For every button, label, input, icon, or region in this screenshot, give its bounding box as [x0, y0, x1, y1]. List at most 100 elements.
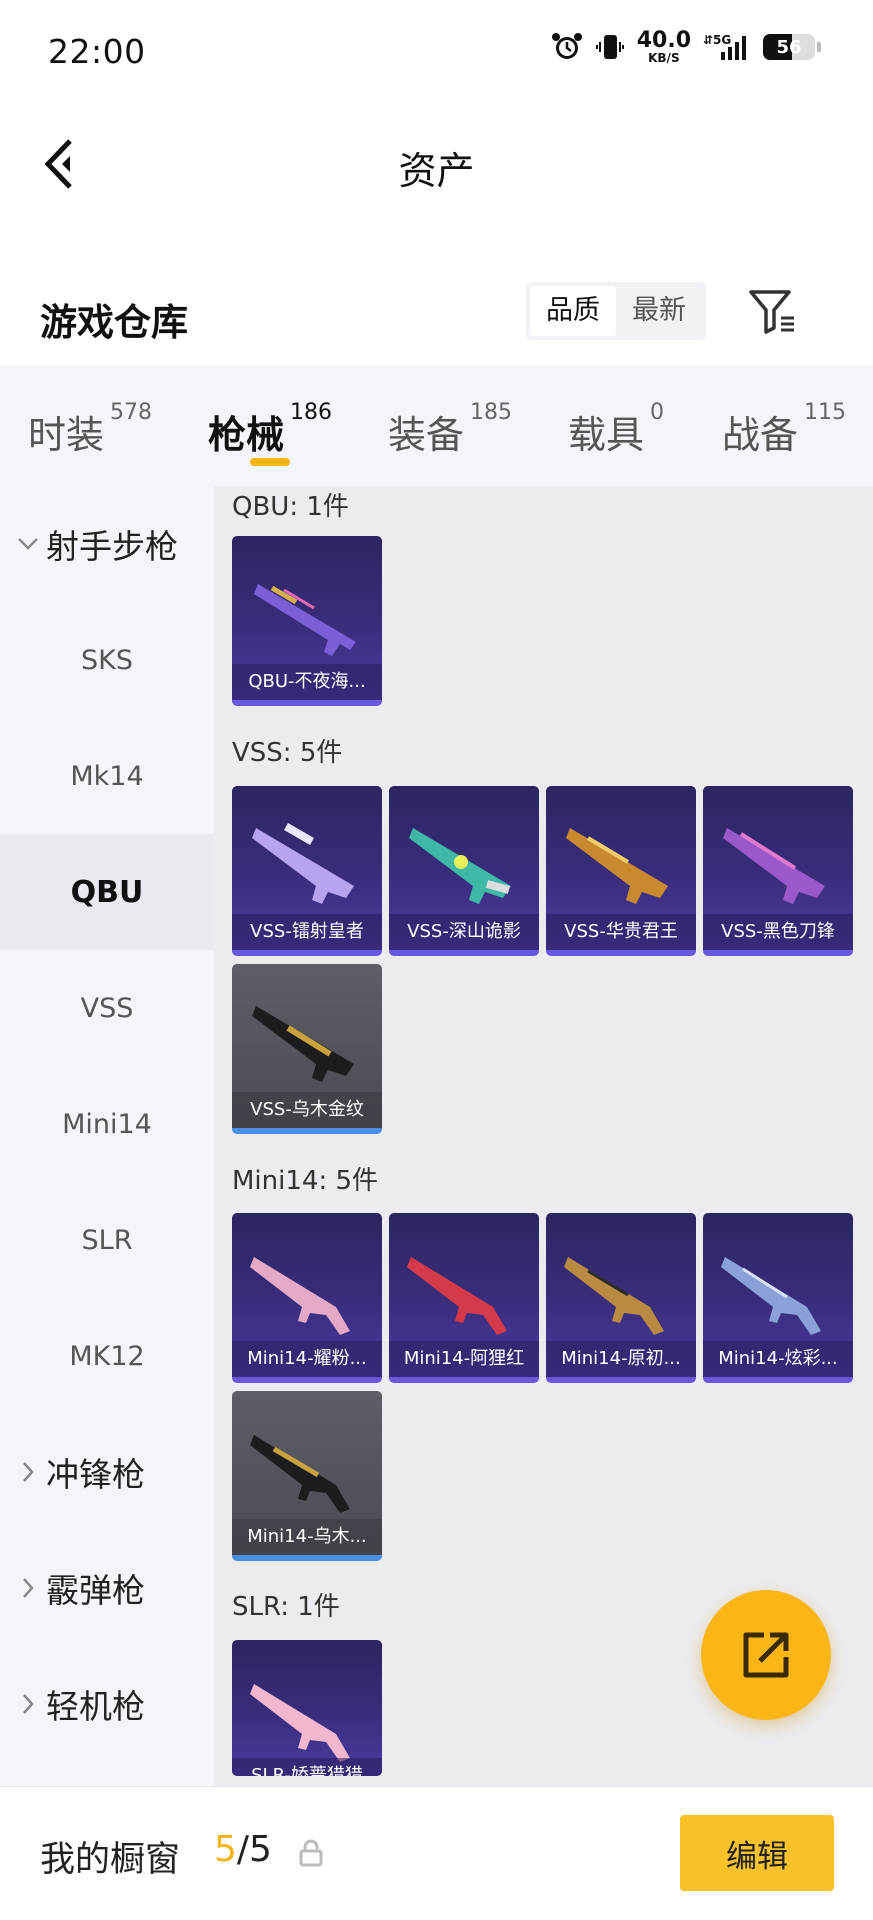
rifle-icon — [409, 828, 511, 904]
tab-vehicles[interactable]: 载具 0 — [568, 400, 664, 459]
active-tab-indicator — [250, 458, 290, 466]
sidebar-group-label: 霰弹枪 — [46, 1571, 145, 1610]
rifle-icon — [564, 1257, 664, 1335]
tab-fashion[interactable]: 时装 578 — [28, 400, 152, 459]
showcase-total: 5 — [249, 1829, 272, 1870]
section-title-slr: SLR: 1件 — [232, 1592, 340, 1622]
status-icons: 40.0 KB/S ⇵5G 56 — [551, 30, 821, 64]
svg-text:⇵5G: ⇵5G — [703, 33, 731, 47]
sidebar-group-label: 冲锋枪 — [46, 1455, 145, 1494]
tab-count: 185 — [470, 400, 513, 425]
net-speed: 40.0 KB/S — [636, 28, 691, 65]
rifle-icon — [254, 584, 356, 656]
skin-card-name: VSS-黑色刀锋 — [703, 914, 853, 950]
status-time: 22:00 — [48, 32, 146, 71]
rifle-icon — [250, 1257, 350, 1335]
skin-card[interactable]: SLR-娇蔷猎猎 — [232, 1640, 382, 1776]
tab-firearms[interactable]: 枪械 186 — [208, 400, 332, 459]
sidebar-item-qbu[interactable]: QBU — [0, 834, 214, 950]
tab-label: 载具 — [568, 413, 645, 457]
tab-label: 枪械 — [208, 413, 285, 457]
showcase-bar: 我的橱窗 5/5 编辑 — [0, 1786, 873, 1920]
rifle-icon — [721, 1257, 821, 1335]
battery-tip — [817, 42, 821, 52]
skin-card[interactable]: VSS-华贵君王 — [546, 786, 696, 956]
skin-card[interactable]: VSS-黑色刀锋 — [703, 786, 853, 956]
sidebar-item-mk14[interactable]: Mk14 — [0, 718, 214, 834]
filter-icon — [749, 290, 794, 334]
share-fab-button[interactable] — [701, 1590, 831, 1720]
sidebar-item-mk12[interactable]: MK12 — [0, 1298, 214, 1414]
sidebar-group-lmg[interactable]: 轻机枪 — [0, 1646, 214, 1762]
tab-count: 186 — [290, 400, 333, 425]
rifle-icon — [252, 1006, 354, 1082]
rifle-icon — [407, 1257, 507, 1335]
skin-card-name: VSS-镭射皇者 — [232, 914, 382, 950]
category-tabs: 时装 578 枪械 186 装备 185 载具 0 战备 115 — [0, 366, 873, 486]
warehouse-header: 游戏仓库 品质 最新 — [0, 270, 873, 370]
skin-card[interactable]: Mini14-原初... — [546, 1213, 696, 1383]
tab-supplies[interactable]: 战备 115 — [722, 400, 846, 459]
rifle-icon — [723, 828, 825, 904]
battery-level: 56 — [776, 36, 802, 58]
skin-card-name: VSS-华贵君王 — [546, 914, 696, 950]
chevron-right-icon — [16, 1577, 40, 1599]
sidebar-item-sks[interactable]: SKS — [0, 602, 214, 718]
signal-5g-icon: ⇵5G — [703, 33, 746, 60]
net-speed-value: 40.0 — [636, 28, 691, 53]
battery-indicator: 56 — [763, 34, 815, 60]
sort-quality-button[interactable]: 品质 — [530, 286, 616, 336]
sidebar-item-mini14[interactable]: Mini14 — [0, 1066, 214, 1182]
chevron-right-icon — [16, 1461, 40, 1483]
rifle-icon — [566, 828, 668, 904]
showcase-separator: / — [236, 1829, 250, 1870]
lock-icon — [299, 1839, 323, 1867]
sort-newest-button[interactable]: 最新 — [616, 286, 702, 336]
sidebar-group-smg[interactable]: 冲锋枪 — [0, 1414, 214, 1530]
skin-card[interactable]: VSS-深山诡影 — [389, 786, 539, 956]
net-speed-unit: KB/S — [648, 51, 680, 65]
skin-card[interactable]: Mini14-阿狸红 — [389, 1213, 539, 1383]
tab-count: 0 — [650, 400, 665, 425]
status-bar: 22:00 40.0 KB/S ⇵5G 56 — [0, 0, 873, 104]
share-external-icon — [743, 1632, 789, 1678]
page-title: 资产 — [398, 149, 475, 193]
skin-card-name: Mini14-原初... — [546, 1341, 696, 1377]
nav-bar: 资产 — [0, 104, 873, 224]
skin-card-name: Mini14-乌木... — [232, 1519, 382, 1555]
tab-label: 装备 — [388, 413, 465, 457]
sidebar-group-label: 射手步枪 — [46, 527, 178, 566]
showcase-current: 5 — [214, 1829, 237, 1870]
skin-card-name: SLR-娇蔷猎猎 — [232, 1758, 382, 1776]
skin-card-name: Mini14-阿狸红 — [389, 1341, 539, 1377]
sidebar-item-vss[interactable]: VSS — [0, 950, 214, 1066]
tab-label: 战备 — [722, 413, 799, 457]
skin-card[interactable]: Mini14-乌木... — [232, 1391, 382, 1561]
sidebar-group-label: 轻机枪 — [46, 1687, 145, 1726]
skin-card-name: VSS-乌木金纹 — [232, 1092, 382, 1128]
edit-button[interactable]: 编辑 — [680, 1815, 834, 1891]
rifle-icon — [250, 1684, 350, 1762]
rifle-icon — [252, 823, 354, 904]
filter-button[interactable] — [744, 284, 800, 340]
sidebar-group-marksman-rifles[interactable]: 射手步枪 — [0, 486, 214, 602]
tab-label: 时装 — [28, 413, 105, 457]
section-title-mini14: Mini14: 5件 — [232, 1166, 379, 1196]
sidebar-item-slr[interactable]: SLR — [0, 1182, 214, 1298]
skin-card[interactable]: QBU-不夜海... — [232, 536, 382, 706]
skin-card[interactable]: VSS-镭射皇者 — [232, 786, 382, 956]
vibrate-icon — [595, 35, 624, 59]
section-title-qbu: QBU: 1件 — [232, 492, 349, 522]
skin-card[interactable]: VSS-乌木金纹 — [232, 964, 382, 1134]
tab-equipment[interactable]: 装备 185 — [388, 400, 512, 459]
showcase-label: 我的橱窗 — [40, 1840, 181, 1880]
skin-card-name: QBU-不夜海... — [232, 664, 382, 700]
skin-card[interactable]: Mini14-耀粉... — [232, 1213, 382, 1383]
skin-card-name: Mini14-耀粉... — [232, 1341, 382, 1377]
tab-count: 115 — [804, 400, 847, 425]
sort-toggle: 品质 最新 — [526, 282, 706, 340]
showcase-count: 5/5 — [214, 1829, 272, 1870]
sidebar-group-shotgun[interactable]: 霰弹枪 — [0, 1530, 214, 1646]
chevron-down-icon — [16, 537, 40, 551]
skin-card[interactable]: Mini14-炫彩... — [703, 1213, 853, 1383]
